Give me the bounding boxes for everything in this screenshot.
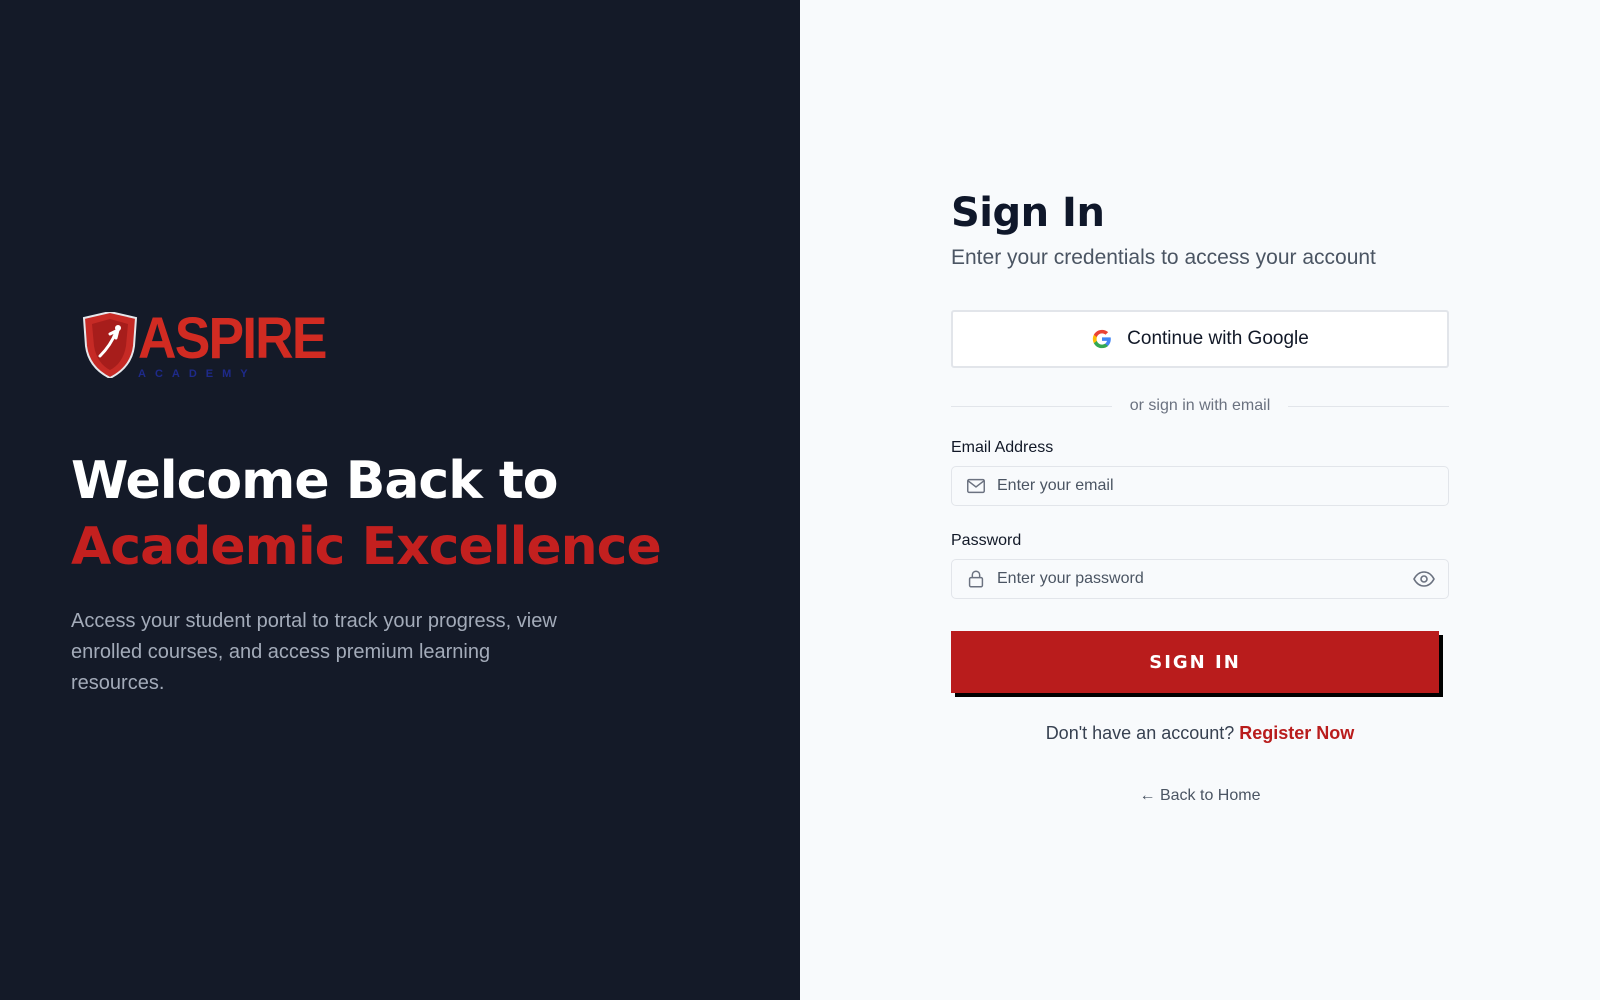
sign-in-form: Sign In Enter your credentials to access… — [951, 186, 1449, 804]
divider-line-right — [1288, 405, 1449, 407]
divider-text: or sign in with email — [1129, 397, 1271, 414]
hero-title: Welcome Back to Academic Excellence — [71, 448, 771, 580]
mail-icon — [967, 478, 985, 494]
left-panel: ASPIRE ACADEMY Welcome Back to Academic … — [0, 0, 800, 1000]
register-prompt-text: Don't have an account? — [1045, 723, 1235, 743]
sign-in-button[interactable]: SIGN IN — [951, 631, 1439, 693]
hero-description: Access your student portal to track your… — [71, 610, 557, 694]
password-input[interactable] — [997, 560, 1412, 598]
form-title: Sign In — [951, 190, 1105, 236]
google-sign-in-button[interactable]: Continue with Google — [951, 310, 1449, 368]
hero-title-line1: Welcome Back to — [71, 451, 559, 511]
google-button-label: Continue with Google — [1127, 328, 1309, 349]
email-field-wrapper — [951, 466, 1449, 506]
password-label: Password — [951, 532, 1022, 549]
google-icon — [1092, 329, 1111, 349]
logo-wordmark: ASPIRE — [138, 306, 327, 371]
logo-subtitle: ACADEMY — [138, 368, 257, 380]
form-subtitle: Enter your credentials to access your ac… — [951, 246, 1376, 269]
password-field-wrapper — [951, 559, 1449, 599]
lock-icon — [968, 570, 984, 588]
divider-line-left — [951, 405, 1112, 407]
eye-icon[interactable] — [1412, 567, 1436, 591]
register-link[interactable]: Register Now — [1239, 723, 1354, 743]
right-panel: Sign In Enter your credentials to access… — [800, 0, 1600, 1000]
logo: ASPIRE ACADEMY — [80, 310, 340, 382]
email-input[interactable] — [997, 467, 1448, 505]
back-to-home-link[interactable]: ← Back to Home — [951, 787, 1449, 805]
hero-title-accent: Academic Excellence — [71, 517, 662, 577]
shield-icon — [82, 312, 138, 378]
register-prompt: Don't have an account? Register Now — [951, 723, 1449, 744]
email-label: Email Address — [951, 439, 1054, 456]
divider: or sign in with email — [951, 396, 1449, 416]
